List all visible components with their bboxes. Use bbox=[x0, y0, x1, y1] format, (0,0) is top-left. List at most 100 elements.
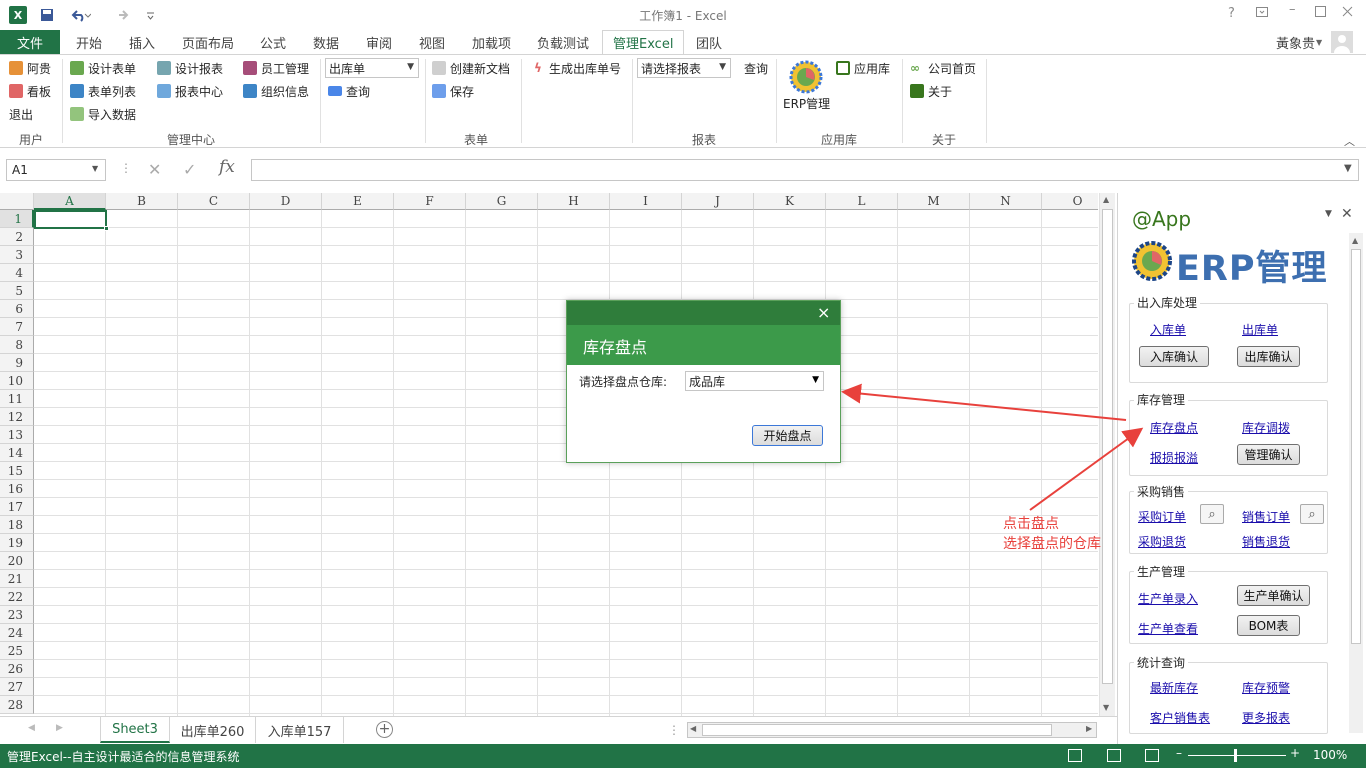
manage-confirm-button[interactable]: 管理确认 bbox=[1237, 444, 1300, 465]
fill-handle[interactable] bbox=[104, 226, 109, 231]
form-type-select[interactable]: 出库单 ▼ bbox=[325, 58, 419, 78]
logout-button[interactable]: 退出 bbox=[9, 104, 33, 124]
row-header[interactable]: 5 bbox=[0, 282, 34, 300]
scroll-thumb[interactable] bbox=[1102, 209, 1113, 684]
page-break-view-icon[interactable] bbox=[1145, 749, 1159, 762]
tab-load-test[interactable]: 负载测试 bbox=[537, 30, 589, 54]
column-header[interactable]: H bbox=[538, 193, 610, 210]
save-form-button[interactable]: 保存 bbox=[432, 81, 474, 101]
row-header[interactable]: 3 bbox=[0, 246, 34, 264]
link-sales-return[interactable]: 销售退货 bbox=[1242, 533, 1290, 550]
user-dropdown-icon[interactable]: ▼ bbox=[1316, 38, 1322, 47]
search-icon[interactable]: ⌕ bbox=[1200, 504, 1224, 524]
collapse-ribbon-icon[interactable]: ︿ bbox=[1344, 133, 1355, 149]
user-name[interactable]: 黃象贵 bbox=[1276, 30, 1315, 54]
link-purchase-return[interactable]: 采购退货 bbox=[1138, 533, 1186, 550]
page-layout-view-icon[interactable] bbox=[1107, 749, 1121, 762]
horizontal-scrollbar[interactable]: ◀ ▶ bbox=[687, 722, 1097, 738]
name-box-dropdown-icon[interactable]: ▼ bbox=[92, 164, 98, 173]
zoom-slider-thumb[interactable] bbox=[1234, 749, 1237, 762]
help-icon[interactable]: ? bbox=[1228, 6, 1235, 21]
row-header[interactable]: 4 bbox=[0, 264, 34, 282]
row-header[interactable]: 1 bbox=[0, 210, 34, 228]
row-header[interactable]: 9 bbox=[0, 354, 34, 372]
row-header[interactable]: 20 bbox=[0, 552, 34, 570]
zoom-slider[interactable] bbox=[1188, 755, 1286, 756]
row-header[interactable]: 12 bbox=[0, 408, 34, 426]
link-latest-stock[interactable]: 最新库存 bbox=[1150, 679, 1198, 696]
link-loss-gain[interactable]: 报损报溢 bbox=[1150, 449, 1198, 466]
spreadsheet-grid[interactable]: A B C D E F G H I J K L M N O 1 2 3 4 5 6 7 8 9 10 11 12 13 14 15 16 17… bbox=[0, 193, 1098, 716]
row-header[interactable]: 25 bbox=[0, 642, 34, 660]
design-form-button[interactable]: 设计表单 bbox=[70, 58, 136, 78]
column-header[interactable]: K bbox=[754, 193, 826, 210]
column-header[interactable]: B bbox=[106, 193, 178, 210]
add-sheet-icon[interactable]: + bbox=[376, 721, 393, 738]
tab-data[interactable]: 数据 bbox=[313, 30, 339, 54]
report-query-button[interactable]: 查询 bbox=[744, 58, 768, 78]
minimize-icon[interactable]: – bbox=[1289, 2, 1296, 17]
normal-view-icon[interactable] bbox=[1068, 749, 1082, 762]
row-header[interactable]: 7 bbox=[0, 318, 34, 336]
pane-options-icon[interactable]: ▼ bbox=[1325, 209, 1332, 219]
zoom-out-icon[interactable]: – bbox=[1176, 746, 1182, 760]
maximize-icon[interactable] bbox=[1315, 6, 1326, 21]
row-header[interactable]: 17 bbox=[0, 498, 34, 516]
link-stocktake[interactable]: 库存盘点 bbox=[1150, 419, 1198, 436]
vertical-scrollbar[interactable]: ▲ ▼ bbox=[1099, 193, 1115, 716]
user-button[interactable]: 阿贵 bbox=[9, 58, 51, 78]
link-production-view[interactable]: 生产单查看 bbox=[1138, 620, 1198, 637]
link-more-reports[interactable]: 更多报表 bbox=[1242, 709, 1290, 726]
avatar[interactable] bbox=[1331, 31, 1353, 53]
close-pane-icon[interactable]: ✕ bbox=[1341, 206, 1353, 222]
company-home-button[interactable]: ∞ 公司首页 bbox=[910, 58, 976, 78]
form-list-button[interactable]: 表单列表 bbox=[70, 81, 136, 101]
pane-scrollbar[interactable]: ▲ bbox=[1349, 233, 1363, 733]
start-stocktake-button[interactable]: 开始盘点 bbox=[752, 425, 823, 446]
column-header[interactable]: D bbox=[250, 193, 322, 210]
dialog-close-icon[interactable]: × bbox=[817, 303, 830, 322]
warehouse-select[interactable]: 成品库 ▼ bbox=[685, 371, 824, 391]
row-header[interactable]: 2 bbox=[0, 228, 34, 246]
scroll-thumb[interactable] bbox=[702, 724, 1052, 736]
erp-logo-icon[interactable] bbox=[789, 60, 823, 94]
link-customer-sales[interactable]: 客户销售表 bbox=[1150, 709, 1210, 726]
column-header[interactable]: G bbox=[466, 193, 538, 210]
column-header[interactable]: N bbox=[970, 193, 1042, 210]
tab-page-layout[interactable]: 页面布局 bbox=[182, 30, 234, 54]
sheet-tab[interactable]: 入库单157 bbox=[256, 717, 344, 743]
row-header[interactable]: 24 bbox=[0, 624, 34, 642]
import-data-button[interactable]: 导入数据 bbox=[70, 104, 136, 124]
name-box[interactable]: A1 bbox=[6, 159, 106, 181]
generate-number-button[interactable]: ϟ 生成出库单号 bbox=[531, 58, 621, 78]
cancel-icon[interactable]: ✕ bbox=[148, 160, 161, 179]
row-header[interactable]: 15 bbox=[0, 462, 34, 480]
dashboard-button[interactable]: 看板 bbox=[9, 81, 51, 101]
bom-button[interactable]: BOM表 bbox=[1237, 615, 1300, 636]
active-cell[interactable] bbox=[34, 210, 107, 229]
row-header[interactable]: 16 bbox=[0, 480, 34, 498]
column-header[interactable]: I bbox=[610, 193, 682, 210]
column-header[interactable]: L bbox=[826, 193, 898, 210]
report-center-button[interactable]: 报表中心 bbox=[157, 81, 223, 101]
row-header[interactable]: 18 bbox=[0, 516, 34, 534]
about-button[interactable]: 关于 bbox=[910, 81, 952, 101]
row-header[interactable]: 6 bbox=[0, 300, 34, 318]
confirm-out-button[interactable]: 出库确认 bbox=[1237, 346, 1300, 367]
erp-manage-button[interactable]: ERP管理 bbox=[783, 93, 830, 113]
row-header[interactable]: 11 bbox=[0, 390, 34, 408]
tab-manage-excel[interactable]: 管理Excel bbox=[602, 30, 685, 55]
row-header[interactable]: 10 bbox=[0, 372, 34, 390]
column-header[interactable]: O bbox=[1042, 193, 1098, 210]
org-info-button[interactable]: 组织信息 bbox=[243, 81, 309, 101]
link-stock-in[interactable]: 入库单 bbox=[1150, 321, 1186, 338]
row-header[interactable]: 28 bbox=[0, 696, 34, 714]
row-header[interactable]: 8 bbox=[0, 336, 34, 354]
confirm-in-button[interactable]: 入库确认 bbox=[1139, 346, 1209, 367]
link-production-entry[interactable]: 生产单录入 bbox=[1138, 590, 1198, 607]
row-header[interactable]: 14 bbox=[0, 444, 34, 462]
app-library-button[interactable]: 应用库 bbox=[836, 58, 890, 78]
new-document-button[interactable]: 创建新文档 bbox=[432, 58, 510, 78]
formula-input[interactable] bbox=[251, 159, 1359, 181]
link-stock-out[interactable]: 出库单 bbox=[1242, 321, 1278, 338]
